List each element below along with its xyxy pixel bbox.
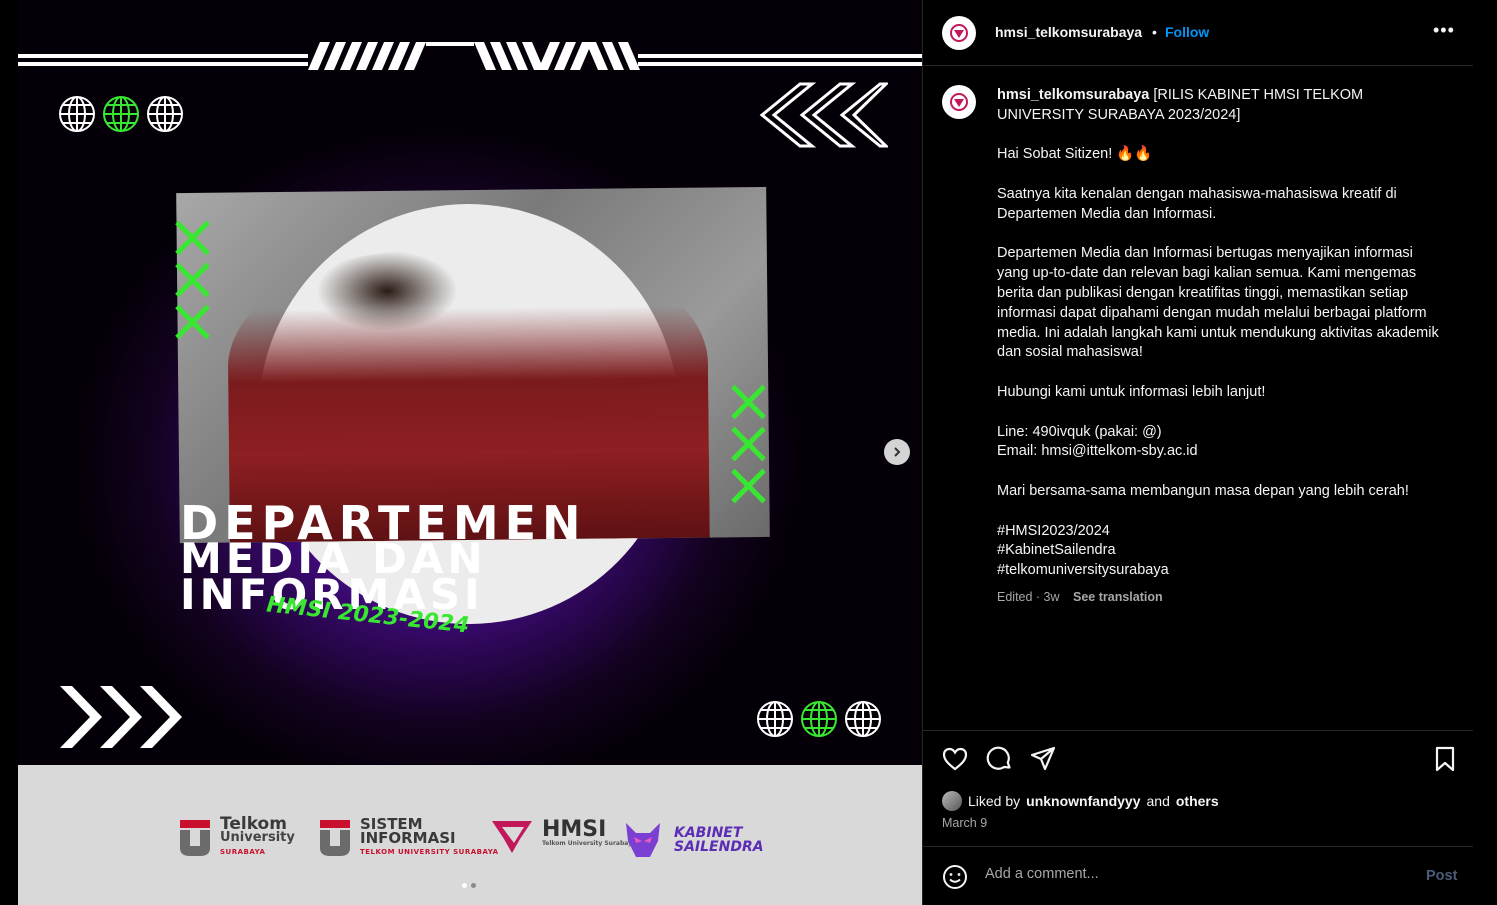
action-bar (923, 730, 1473, 788)
x-mark-icon (730, 468, 766, 504)
x-marks-left (174, 220, 210, 340)
follow-button[interactable]: Follow (1165, 24, 1209, 40)
top-stripe-decoration (18, 42, 922, 70)
carousel-next-button[interactable] (884, 439, 910, 465)
header-separator: • (1152, 24, 1157, 40)
globe-icon (59, 96, 95, 132)
more-options-button[interactable]: ••• (1433, 20, 1455, 41)
hmsi-logo-icon (950, 93, 968, 111)
post-image[interactable]: DEPARTEMEN MEDIA DAN INFORMASI HMSI 2023… (18, 0, 922, 905)
post-sidebar: hmsi_telkomsurabaya • Follow ••• hmsi_te… (922, 0, 1497, 905)
likes-summary: Liked by unknownfandyyy and others (942, 791, 1219, 811)
carousel-indicator (462, 883, 476, 888)
caption-body: [RILIS KABINET HMSI TELKOM UNIVERSITY SU… (997, 87, 1439, 579)
header-username[interactable]: hmsi_telkomsurabaya (995, 24, 1142, 40)
group-photo (176, 186, 770, 627)
caption-meta: Edited · 3w See translation (997, 590, 1163, 604)
liker-username[interactable]: unknownfandyyy (1026, 793, 1140, 809)
caption-username[interactable]: hmsi_telkomsurabaya (997, 87, 1149, 103)
liker-avatar[interactable] (942, 791, 962, 811)
x-mark-icon (730, 384, 766, 420)
department-title: DEPARTEMEN MEDIA DAN INFORMASI (180, 500, 587, 616)
hmsi-logo-icon (950, 24, 968, 42)
liked-by-prefix: Liked by (968, 793, 1021, 809)
globe-icon (757, 701, 793, 737)
kabinet-sailendra-logo: KABINET SAILENDRA (620, 817, 764, 863)
x-mark-icon (730, 426, 766, 462)
comment-input[interactable] (985, 866, 1405, 882)
chevron-right-icon (894, 447, 901, 457)
comment-bar: Post (923, 846, 1473, 905)
globe-icon (103, 96, 139, 132)
sponsor-logo-strip: Telkom University SURABAYA SISTEM INFORM… (18, 765, 922, 905)
telkom-university-logo: Telkom University SURABAYA (178, 816, 295, 859)
liked-and: and (1146, 793, 1170, 809)
hmsi-logo: HMSI Telkom University Surabaya (490, 817, 636, 857)
comment-icon[interactable] (985, 745, 1013, 773)
avatar[interactable] (942, 16, 976, 50)
post-media[interactable]: DEPARTEMEN MEDIA DAN INFORMASI HMSI 2023… (0, 0, 922, 905)
caption-text: hmsi_telkomsurabaya [RILIS KABINET HMSI … (997, 86, 1447, 581)
x-marks-right (730, 384, 766, 504)
save-bookmark-icon[interactable] (1431, 745, 1459, 773)
likes-others-link[interactable]: others (1176, 793, 1219, 809)
caption-avatar[interactable] (942, 85, 976, 119)
globe-icons-top (58, 95, 184, 133)
chevrons-right-decoration (60, 686, 182, 748)
wolf-emblem-icon (626, 823, 660, 857)
globe-icon (801, 701, 837, 737)
x-mark-icon (174, 262, 210, 298)
globe-icon (845, 701, 881, 737)
chevrons-left-decoration (759, 82, 888, 148)
edited-timestamp: Edited · 3w (997, 590, 1060, 604)
post-date[interactable]: March 9 (942, 816, 987, 830)
globe-icons-bottom (756, 700, 882, 738)
globe-icon (147, 96, 183, 132)
post-header: hmsi_telkomsurabaya • Follow ••• (923, 0, 1473, 66)
x-mark-icon (174, 220, 210, 256)
share-send-icon[interactable] (1029, 745, 1057, 773)
post-comment-button[interactable]: Post (1426, 868, 1457, 884)
hmsi-emblem-icon (492, 821, 532, 853)
x-mark-icon (174, 304, 210, 340)
telkom-shield-icon (180, 820, 210, 856)
carousel-dot (471, 883, 476, 888)
carousel-dot-active (462, 883, 467, 888)
sistem-informasi-logo: SISTEM INFORMASI TELKOM UNIVERSITY SURAB… (318, 817, 499, 859)
telkom-shield-icon (320, 820, 350, 856)
emoji-icon[interactable] (942, 864, 968, 890)
see-translation-link[interactable]: See translation (1073, 590, 1163, 604)
caption-section: hmsi_telkomsurabaya [RILIS KABINET HMSI … (923, 66, 1473, 730)
like-heart-icon[interactable] (941, 745, 969, 773)
